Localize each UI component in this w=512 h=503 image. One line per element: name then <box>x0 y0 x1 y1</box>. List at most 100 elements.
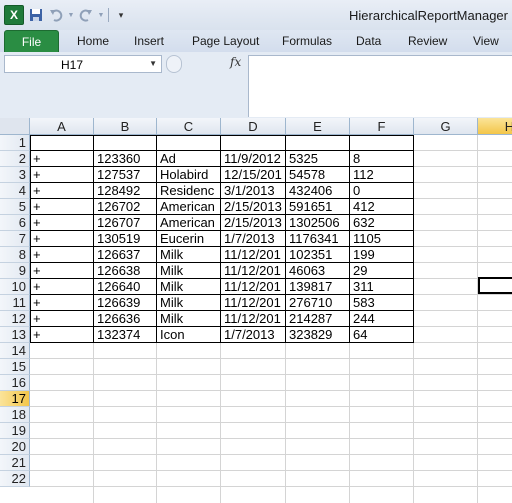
table-cell[interactable]: 311 <box>350 279 413 295</box>
table-cell[interactable]: 132374 <box>94 327 156 343</box>
row-header-15[interactable]: 15 <box>0 359 30 375</box>
table-cell[interactable]: + <box>30 199 93 215</box>
excel-app-icon[interactable]: X <box>4 5 24 25</box>
column-header-b[interactable]: B <box>94 118 157 135</box>
table-cell[interactable]: 1/7/2013 <box>221 327 285 343</box>
tab-data[interactable]: Data <box>356 34 381 48</box>
save-icon[interactable] <box>28 7 44 23</box>
undo-icon[interactable] <box>48 7 64 23</box>
customize-qat-icon[interactable]: ▾ <box>113 7 129 23</box>
table-cell[interactable]: 199 <box>350 247 413 263</box>
table-cell[interactable]: 127537 <box>94 167 156 183</box>
row-header-4[interactable]: 4 <box>0 183 30 199</box>
row-header-5[interactable]: 5 <box>0 199 30 215</box>
table-cell[interactable]: 323829 <box>286 327 349 343</box>
table-cell[interactable]: Icon <box>157 327 220 343</box>
table-cell[interactable]: 126702 <box>94 199 156 215</box>
redo-dropdown-icon[interactable]: ▼ <box>98 7 105 23</box>
undo-dropdown-icon[interactable]: ▼ <box>68 7 75 23</box>
row-header-16[interactable]: 16 <box>0 375 30 391</box>
row-header-3[interactable]: 3 <box>0 167 30 183</box>
table-cell[interactable]: 1302506 <box>286 215 349 231</box>
table-cell[interactable]: + <box>30 183 93 199</box>
table-cell[interactable]: Residenc <box>157 183 220 199</box>
table-cell[interactable]: 1105 <box>350 231 413 247</box>
table-cell[interactable]: 54578 <box>286 167 349 183</box>
table-cell[interactable]: 11/12/201 <box>221 279 285 295</box>
table-cell[interactable]: 130519 <box>94 231 156 247</box>
table-cell[interactable]: 126637 <box>94 247 156 263</box>
row-header-8[interactable]: 8 <box>0 247 30 263</box>
row-header-22[interactable]: 22 <box>0 471 30 487</box>
table-cell[interactable]: 2/15/2013 <box>221 215 285 231</box>
table-cell[interactable]: Milk <box>157 263 220 279</box>
table-cell[interactable]: 11/12/201 <box>221 311 285 327</box>
tab-file[interactable]: File <box>4 30 59 52</box>
table-cell[interactable]: 591651 <box>286 199 349 215</box>
column-header-e[interactable]: E <box>286 118 350 135</box>
row-header-11[interactable]: 11 <box>0 295 30 311</box>
tab-review[interactable]: Review <box>408 34 447 48</box>
table-cell[interactable]: + <box>30 151 93 167</box>
table-cell[interactable]: 126638 <box>94 263 156 279</box>
row-header-1[interactable]: 1 <box>0 135 30 151</box>
table-cell[interactable]: 412 <box>350 199 413 215</box>
table-cell[interactable]: 3/1/2013 <box>221 183 285 199</box>
table-cell[interactable]: 102351 <box>286 247 349 263</box>
table-cell[interactable]: Ad <box>157 151 220 167</box>
table-cell[interactable]: 29 <box>350 263 413 279</box>
selected-cell-h17[interactable] <box>478 277 512 294</box>
name-box[interactable]: H17 ▼ <box>4 55 162 73</box>
row-header-7[interactable]: 7 <box>0 231 30 247</box>
table-cell[interactable]: 11/12/201 <box>221 295 285 311</box>
table-cell[interactable]: 8 <box>350 151 413 167</box>
table-cell[interactable]: 583 <box>350 295 413 311</box>
row-header-10[interactable]: 10 <box>0 279 30 295</box>
row-header-2[interactable]: 2 <box>0 151 30 167</box>
table-cell[interactable]: 244 <box>350 311 413 327</box>
table-cell[interactable]: + <box>30 311 93 327</box>
table-cell[interactable]: 123360 <box>94 151 156 167</box>
table-cell[interactable]: 46063 <box>286 263 349 279</box>
tab-insert[interactable]: Insert <box>134 34 164 48</box>
table-cell[interactable]: Milk <box>157 311 220 327</box>
column-header-g[interactable]: G <box>414 118 478 135</box>
table-cell[interactable]: 1/7/2013 <box>221 231 285 247</box>
table-cell[interactable]: 0 <box>350 183 413 199</box>
row-header-17[interactable]: 17 <box>0 391 30 407</box>
table-cell[interactable]: 126639 <box>94 295 156 311</box>
table-cell[interactable]: 12/15/201 <box>221 167 285 183</box>
expand-grip-icon[interactable] <box>166 55 182 73</box>
table-cell[interactable]: + <box>30 215 93 231</box>
row-header-6[interactable]: 6 <box>0 215 30 231</box>
table-cell[interactable]: Holabird <box>157 167 220 183</box>
row-header-21[interactable]: 21 <box>0 455 30 471</box>
table-cell[interactable]: 276710 <box>286 295 349 311</box>
formula-input[interactable] <box>248 55 512 117</box>
column-header-f[interactable]: F <box>350 118 414 135</box>
table-cell[interactable]: 126636 <box>94 311 156 327</box>
table-cell[interactable]: 5325 <box>286 151 349 167</box>
table-cell[interactable]: 432406 <box>286 183 349 199</box>
tab-formulas[interactable]: Formulas <box>282 34 332 48</box>
table-cell[interactable]: 11/9/2012 <box>221 151 285 167</box>
table-cell[interactable]: 126640 <box>94 279 156 295</box>
table-cell[interactable]: 11/12/201 <box>221 263 285 279</box>
table-cell[interactable]: + <box>30 295 93 311</box>
select-all-corner[interactable] <box>0 118 30 135</box>
tab-view[interactable]: View <box>473 34 499 48</box>
row-header-19[interactable]: 19 <box>0 423 30 439</box>
table-cell[interactable]: + <box>30 279 93 295</box>
table-cell[interactable]: 214287 <box>286 311 349 327</box>
table-cell[interactable]: Milk <box>157 295 220 311</box>
column-header-a[interactable]: A <box>30 118 94 135</box>
table-cell[interactable]: + <box>30 247 93 263</box>
table-cell[interactable]: 1176341 <box>286 231 349 247</box>
table-cell[interactable]: 64 <box>350 327 413 343</box>
redo-icon[interactable] <box>78 7 94 23</box>
table-cell[interactable]: + <box>30 231 93 247</box>
column-header-c[interactable]: C <box>157 118 221 135</box>
row-header-9[interactable]: 9 <box>0 263 30 279</box>
table-cell[interactable]: 11/12/201 <box>221 247 285 263</box>
table-cell[interactable]: + <box>30 263 93 279</box>
